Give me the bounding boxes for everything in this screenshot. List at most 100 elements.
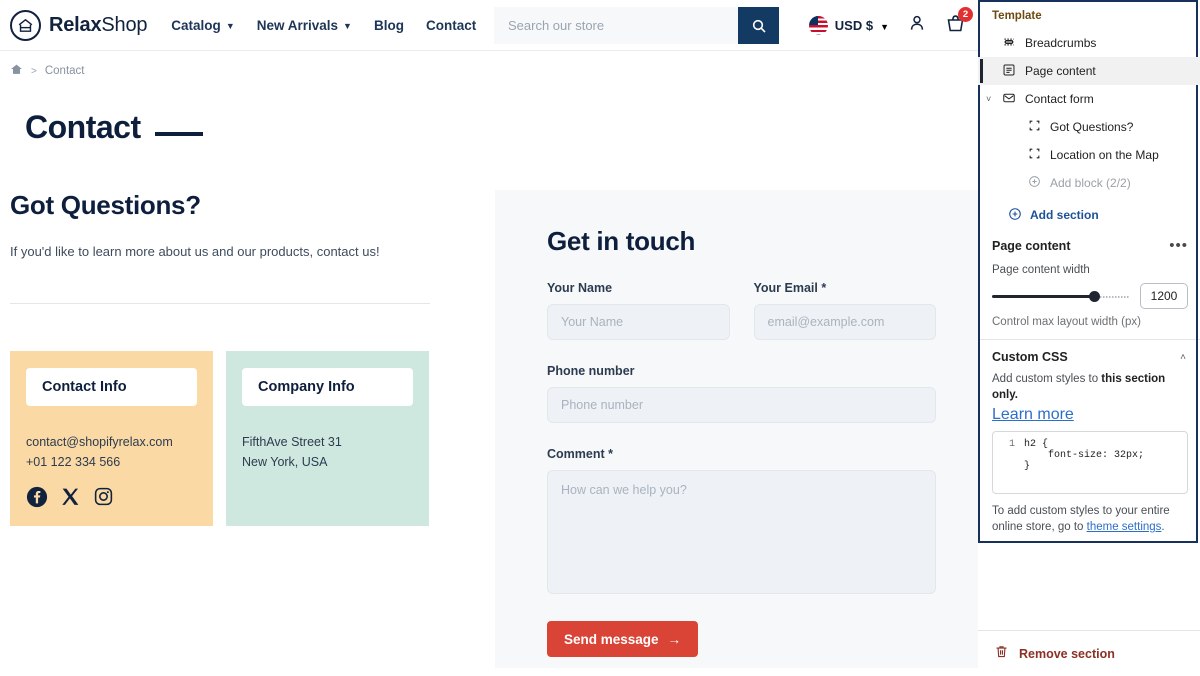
left-column: Got Questions? If you'd like to learn mo… [0, 190, 495, 668]
nav-item-contact[interactable]: Contact [426, 18, 476, 33]
info-cards: Contact Info contact@shopifyrelax.com +0… [10, 351, 430, 527]
phone-field-group: Phone number [547, 364, 936, 423]
chevron-down-icon[interactable]: ˅ [986, 94, 991, 104]
tree-item-label: Location on the Map [1050, 148, 1159, 162]
custom-css-title: Custom CSS [992, 350, 1068, 364]
slider-track-filled [992, 295, 1095, 298]
account-icon[interactable] [907, 13, 927, 38]
cart-badge: 2 [958, 6, 973, 22]
tree-item-page-content[interactable]: Page content [978, 57, 1200, 85]
tree-item-contact-form[interactable]: ˅ Contact form [978, 85, 1200, 113]
search-input[interactable] [494, 7, 738, 44]
social-links [26, 486, 197, 508]
plus-circle-icon [1008, 207, 1022, 224]
chevron-down-icon: ▼ [880, 21, 889, 32]
template-group-title: Template [992, 10, 1042, 22]
logo-text: RelaxShop [49, 14, 147, 37]
section-divider [10, 303, 430, 305]
company-info-body: FifthAve Street 31 New York, USA [242, 433, 413, 472]
page-content-width-label: Page content width [992, 264, 1090, 276]
x-twitter-icon[interactable] [60, 486, 81, 508]
remove-section-label: Remove section [1019, 646, 1115, 661]
custom-css-footer-post: . [1161, 521, 1165, 534]
learn-more-link[interactable]: Learn more [992, 406, 1074, 423]
nav-item-blog[interactable]: Blog [374, 18, 404, 33]
contact-info-card: Contact Info contact@shopifyrelax.com +0… [10, 351, 213, 527]
nav-item-new-arrivals[interactable]: New Arrivals ▼ [257, 18, 352, 33]
facebook-icon[interactable] [26, 486, 48, 508]
cart-button[interactable]: 2 [945, 6, 973, 39]
contact-email[interactable]: contact@shopifyrelax.com [26, 433, 197, 452]
block-icon [1028, 119, 1041, 135]
theme-settings-link[interactable]: theme settings [1087, 521, 1162, 533]
code-line-number: 1 [1008, 439, 1015, 451]
page-body: Got Questions? If you'd like to learn mo… [0, 190, 978, 668]
store-search [494, 7, 779, 44]
phone-input[interactable] [547, 387, 936, 423]
contact-form-column: Get in touch Your Name Your Email * Phon… [495, 190, 978, 668]
arrow-right-icon: → [667, 631, 682, 647]
custom-css-footer: To add custom styles to your entire onli… [978, 494, 1200, 535]
logo-bold: Relax [49, 13, 102, 36]
company-info-card: Company Info FifthAve Street 31 New York… [226, 351, 429, 527]
email-input[interactable] [753, 304, 936, 340]
contact-phone[interactable]: +01 122 334 566 [26, 453, 197, 472]
width-value-input[interactable]: 1200 [1140, 283, 1188, 309]
tree-item-location-on-the-map[interactable]: Location on the Map [978, 141, 1200, 169]
tree-item-add-block: Add block (2/2) [978, 169, 1200, 197]
storefront-preview: RelaxShop Catalog ▼ New Arrivals ▼ Blog … [0, 0, 978, 676]
theme-editor-screen: RelaxShop Catalog ▼ New Arrivals ▼ Blog … [0, 0, 1200, 676]
comment-field-group: Comment * [547, 447, 936, 599]
header-actions: USD $ ▼ 2 [808, 0, 973, 51]
home-circle-icon [10, 9, 41, 41]
title-underline-rule [154, 131, 203, 136]
custom-css-desc-pre: Add custom styles to [992, 373, 1102, 385]
comment-textarea[interactable] [547, 470, 936, 594]
email-label: Your Email * [753, 281, 827, 295]
page-content-icon [1002, 63, 1016, 80]
add-section-button[interactable]: Add section [978, 200, 1200, 230]
custom-css-editor[interactable]: 1 h2 { font-size: 32px; } [992, 431, 1188, 495]
add-section-label: Add section [1030, 208, 1099, 222]
chevron-down-icon: ▼ [343, 21, 352, 31]
nav-item-catalog[interactable]: Catalog ▼ [171, 18, 234, 33]
comment-label: Comment * [547, 447, 613, 461]
custom-css-header[interactable]: Custom CSS ˄ [978, 340, 1200, 364]
chevron-up-icon[interactable]: ˄ [1180, 352, 1186, 363]
instagram-icon[interactable] [93, 486, 114, 508]
breadcrumbs-icon [1002, 35, 1016, 52]
custom-css-description: Add custom styles to this section only. [978, 364, 1200, 403]
currency-selector[interactable]: USD $ ▼ [808, 16, 889, 35]
remove-section-button[interactable]: Remove section [978, 630, 1200, 676]
envelope-icon [1002, 91, 1016, 108]
tree-item-got-questions[interactable]: Got Questions? [978, 113, 1200, 141]
company-info-title: Company Info [242, 368, 413, 407]
tree-item-label: Add block (2/2) [1050, 176, 1131, 190]
company-address-line2: New York, USA [242, 454, 328, 469]
page-title-row: Contact [0, 91, 978, 146]
width-slider[interactable] [992, 289, 1130, 303]
chevron-down-icon: ▼ [225, 21, 235, 31]
plus-circle-icon [1028, 175, 1041, 191]
logo-rest: Shop [101, 13, 148, 36]
company-address-line1: FifthAve Street 31 [242, 435, 342, 450]
currency-label: USD $ [834, 18, 874, 33]
breadcrumb: > Contact [0, 51, 978, 91]
search-button[interactable] [738, 7, 779, 44]
page-title: Contact [25, 109, 141, 145]
name-label: Your Name [547, 281, 613, 295]
section-header: Page content ••• [978, 230, 1200, 259]
tree-item-breadcrumbs[interactable]: Breadcrumbs [978, 29, 1200, 57]
breadcrumb-separator: > [31, 65, 37, 77]
send-message-button[interactable]: Send message → [547, 621, 699, 657]
breadcrumb-current[interactable]: Contact [45, 65, 85, 77]
contact-info-title: Contact Info [26, 368, 197, 407]
home-icon[interactable] [10, 63, 23, 79]
got-questions-description: If you'd like to learn more about us and… [10, 244, 380, 259]
site-logo[interactable]: RelaxShop [10, 9, 147, 41]
name-input[interactable] [547, 304, 730, 340]
tree-item-label: Contact form [1025, 92, 1094, 106]
tree-item-label: Page content [1025, 64, 1096, 78]
ellipsis-icon[interactable]: ••• [1169, 238, 1188, 253]
slider-handle[interactable] [1088, 291, 1100, 302]
